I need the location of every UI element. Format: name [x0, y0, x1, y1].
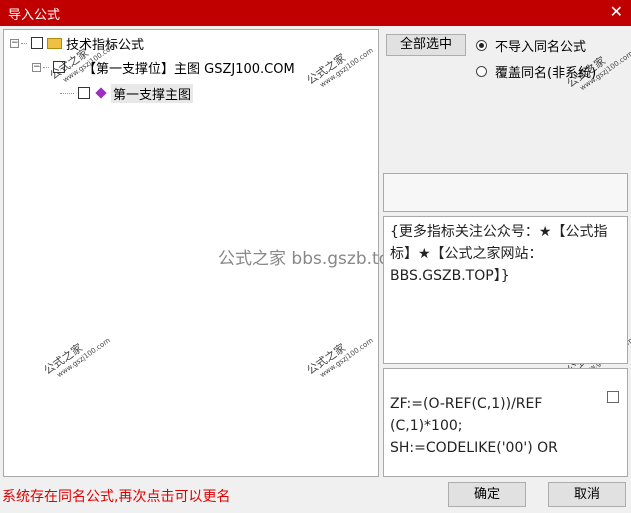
tree-child-row[interactable]: 第一支撑主图 — [60, 83, 194, 103]
radio-skip-label: 不导入同名公式 — [495, 40, 587, 55]
formula-box: ZF:=(O-REF(C,1))/REF (C,1)*100; SH:=CODE… — [383, 368, 628, 477]
formula-line: ZF:=(O-REF(C,1))/REF — [390, 396, 543, 412]
select-all-button[interactable]: 全部选中 — [386, 34, 466, 56]
tree-child-label: 第一支撑主图 — [111, 83, 194, 103]
radio-unselected-icon[interactable] — [476, 66, 487, 77]
window-title: 导入公式 — [8, 8, 61, 23]
formula-line: SH:=CODELIKE('00') OR — [390, 440, 558, 456]
ok-button[interactable]: 确定 — [448, 482, 526, 507]
radio-selected-icon[interactable] — [476, 40, 487, 51]
radio-overwrite-duplicates[interactable]: 覆盖同名(非系统) — [476, 62, 596, 81]
preview-blank-panel — [383, 173, 628, 212]
formula-line: (C,1)*100; — [390, 418, 463, 434]
description-box: {更多指标关注公众号：★【公式指标】★【公式之家网站：BBS.GSZB.TOP】… — [383, 216, 628, 364]
collapse-icon[interactable]: − — [32, 62, 41, 72]
tree-item-label: 【第一支撑位】主图 GSZJ100.COM — [83, 61, 295, 77]
tree-connector — [21, 42, 27, 44]
watermark-center: 公式之家 bbs.gszb.top — [218, 249, 400, 269]
cancel-button[interactable]: 取消 — [548, 482, 626, 507]
child-checkbox[interactable] — [78, 87, 90, 99]
radio-skip-duplicates[interactable]: 不导入同名公式 — [476, 36, 586, 55]
tree-connector — [43, 66, 49, 68]
close-icon[interactable]: ✕ — [610, 2, 623, 21]
tree-connector — [60, 92, 74, 94]
status-message: 系统存在同名公式,再次点击可以更名 — [2, 489, 231, 505]
radio-overwrite-label: 覆盖同名(非系统) — [495, 66, 597, 81]
folder-icon — [47, 37, 62, 49]
formula-diamond-icon — [95, 87, 107, 99]
collapse-icon[interactable]: − — [10, 38, 19, 48]
title-bar: 导入公式 ✕ — [0, 0, 631, 26]
formula-checkbox[interactable] — [607, 391, 619, 403]
root-checkbox[interactable] — [31, 37, 43, 49]
